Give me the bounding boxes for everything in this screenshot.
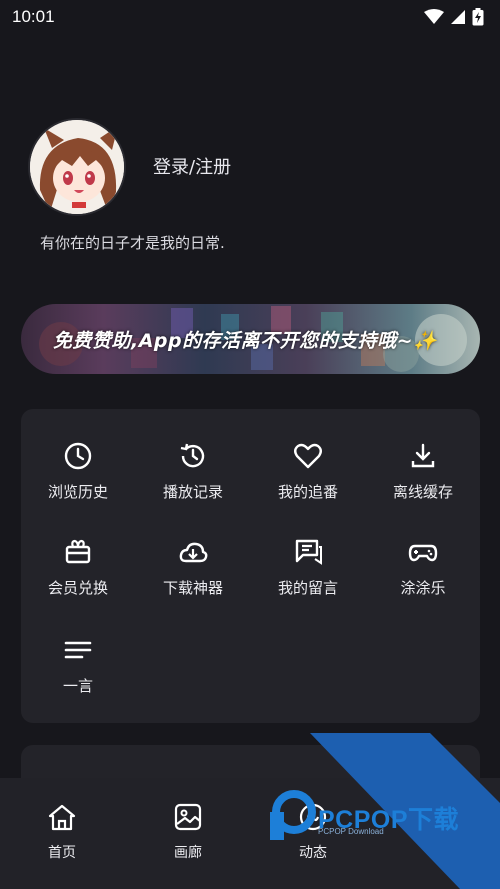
grid-item-label: 一言 — [62, 677, 93, 695]
grid-item-label: 会员兑换 — [47, 579, 108, 597]
nav-item-home[interactable]: 首页 — [17, 802, 107, 889]
grid-item-label: 我的留言 — [277, 579, 338, 597]
gamepad-icon — [408, 544, 438, 562]
grid-item-hitokoto[interactable]: 一言 — [21, 635, 135, 725]
grid-item-download-tool[interactable]: 下载神器 — [136, 537, 250, 627]
status-icons — [424, 8, 484, 26]
history-icon — [180, 443, 205, 468]
wifi-icon — [424, 9, 444, 24]
profile-header — [28, 118, 126, 216]
heart-icon — [294, 443, 322, 469]
grid-item-label: 我的追番 — [277, 483, 338, 501]
nav-item-gallery[interactable]: 画廊 — [143, 802, 233, 889]
grid-item-label: 浏览历史 — [47, 483, 108, 501]
grid-item-my-following[interactable]: 我的追番 — [251, 441, 365, 531]
lines-icon — [64, 641, 92, 659]
nav-item-label: 首页 — [48, 845, 76, 861]
grid-item-doodle[interactable]: 涂涂乐 — [366, 537, 480, 627]
profile-motto: 有你在的日子才是我的日常. — [40, 234, 225, 252]
grid-item-play-record[interactable]: 播放记录 — [136, 441, 250, 531]
grid-item-label: 离线缓存 — [392, 483, 453, 501]
message-icon — [295, 539, 322, 565]
home-icon — [48, 804, 76, 831]
cloud-download-icon — [179, 542, 208, 563]
grid-item-label: 下载神器 — [162, 579, 223, 597]
grid-item-browse-history[interactable]: 浏览历史 — [21, 441, 135, 531]
battery-charging-icon — [472, 8, 484, 26]
clock-icon — [64, 442, 92, 470]
nav-item-label: 画廊 — [174, 845, 202, 861]
download-icon — [411, 443, 435, 468]
watermark-logo — [270, 790, 316, 840]
cell-signal-icon — [451, 10, 465, 24]
gift-icon — [65, 539, 91, 564]
grid-item-member-redeem[interactable]: 会员兑换 — [21, 537, 135, 627]
sponsor-banner[interactable]: 免费赞助,App的存活离不开您的支持哦~✨ — [21, 304, 480, 374]
status-bar: 10:01 — [0, 0, 500, 34]
grid-item-label: 涂涂乐 — [400, 579, 446, 597]
login-register-link[interactable]: 登录/注册 — [153, 153, 231, 179]
banner-text: 免费赞助,App的存活离不开您的支持哦~✨ — [53, 330, 438, 352]
gallery-icon — [174, 803, 202, 831]
avatar[interactable] — [28, 118, 126, 216]
status-time: 10:01 — [12, 7, 55, 26]
grid-item-label: 播放记录 — [162, 483, 223, 501]
grid-item-my-messages[interactable]: 我的留言 — [251, 537, 365, 627]
watermark-sub: PCPOP Download — [318, 827, 384, 836]
grid-item-offline-cache[interactable]: 离线缓存 — [366, 441, 480, 531]
feature-grid: 浏览历史 播放记录 我的追番 离线缓存 会员兑换 下载神器 我的留言 涂涂乐 一… — [21, 409, 480, 723]
